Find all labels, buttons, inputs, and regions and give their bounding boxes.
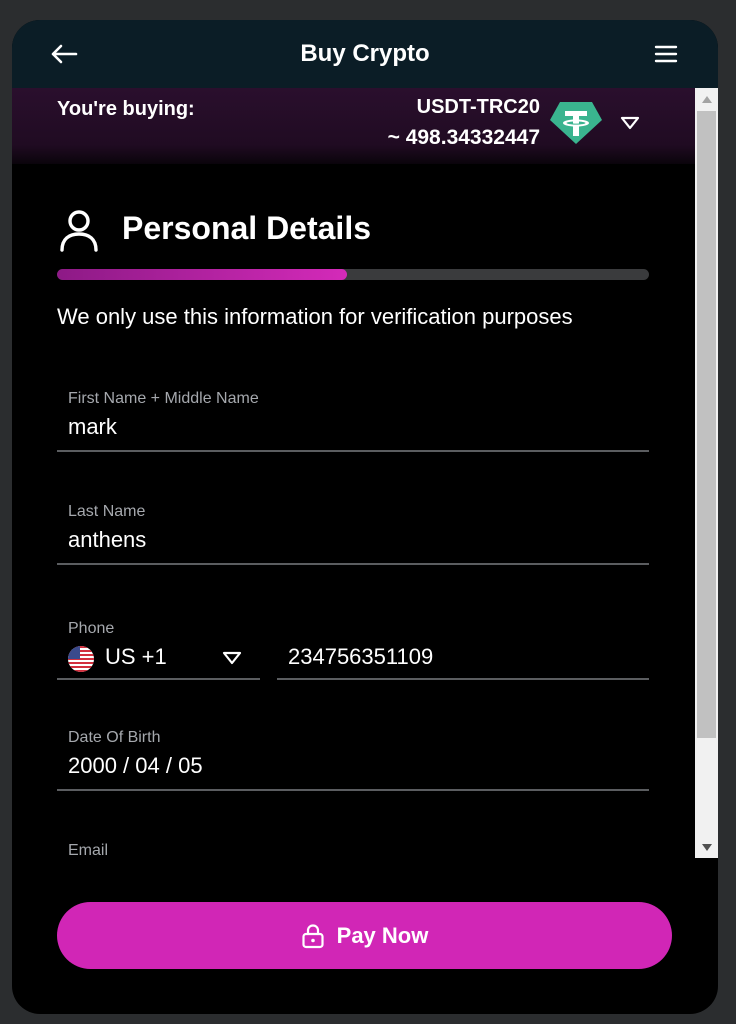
page-title: Buy Crypto (300, 40, 430, 67)
pay-now-button[interactable]: Pay Now (57, 902, 672, 969)
pay-now-content: Pay Now (301, 922, 429, 949)
form-progress-fill (57, 269, 348, 280)
scrollbar-thumb[interactable] (697, 111, 716, 738)
pay-now-label: Pay Now (336, 922, 429, 948)
verification-info-text: We only use this information for verific… (57, 304, 573, 329)
lock-icon (302, 923, 324, 948)
tether-icon (550, 102, 602, 144)
phone-number-field (277, 640, 649, 680)
hamburger-menu-icon (654, 45, 678, 63)
email-field: Email (57, 836, 649, 858)
phone-number-input[interactable] (288, 644, 638, 670)
caret-down-icon (222, 651, 242, 665)
first-name-field: First Name + Middle Name (57, 384, 649, 452)
date-of-birth-input[interactable] (68, 753, 628, 779)
token-name: USDT-TRC20 (416, 96, 540, 118)
country-code-value: US +1 (105, 644, 167, 669)
first-name-input[interactable] (68, 414, 628, 440)
token-amount: ~ 498.34332447 (387, 126, 540, 149)
date-of-birth-label: Date Of Birth (68, 729, 161, 746)
scroll-down-arrow-icon (701, 843, 712, 851)
back-button[interactable] (48, 40, 80, 68)
caret-down-icon (620, 116, 640, 130)
last-name-field: Last Name (57, 497, 649, 565)
first-name-label: First Name + Middle Name (68, 390, 259, 407)
form-scroll-area: Personal Details We only use this inform… (12, 164, 695, 858)
buying-label: You're buying: (57, 98, 195, 120)
user-icon (60, 210, 98, 252)
scroll-up-arrow-icon (701, 95, 712, 103)
email-label: Email (68, 842, 109, 858)
buying-summary: You're buying: USDT-TRC20 ~ 498.34332447 (12, 88, 695, 164)
scroll-down-button[interactable] (695, 836, 718, 858)
section-title: Personal Details (122, 210, 371, 246)
last-name-input[interactable] (68, 527, 628, 553)
scroll-up-button[interactable] (695, 88, 718, 110)
arrow-left-icon (51, 44, 78, 64)
scrollbar[interactable] (695, 88, 718, 858)
token-dropdown-button[interactable] (616, 112, 644, 134)
last-name-label: Last Name (68, 503, 146, 520)
date-of-birth-field: Date Of Birth (57, 723, 649, 791)
phone-label: Phone (68, 620, 115, 637)
top-bar: Buy Crypto (12, 20, 718, 88)
us-flag-icon (68, 646, 94, 672)
buy-crypto-window: Buy Crypto You're buying: USDT-TRC20 ~ 4… (12, 20, 718, 1014)
form-progress-bar (57, 269, 649, 280)
menu-button[interactable] (652, 40, 680, 68)
country-code-select[interactable]: US +1 (57, 640, 260, 680)
